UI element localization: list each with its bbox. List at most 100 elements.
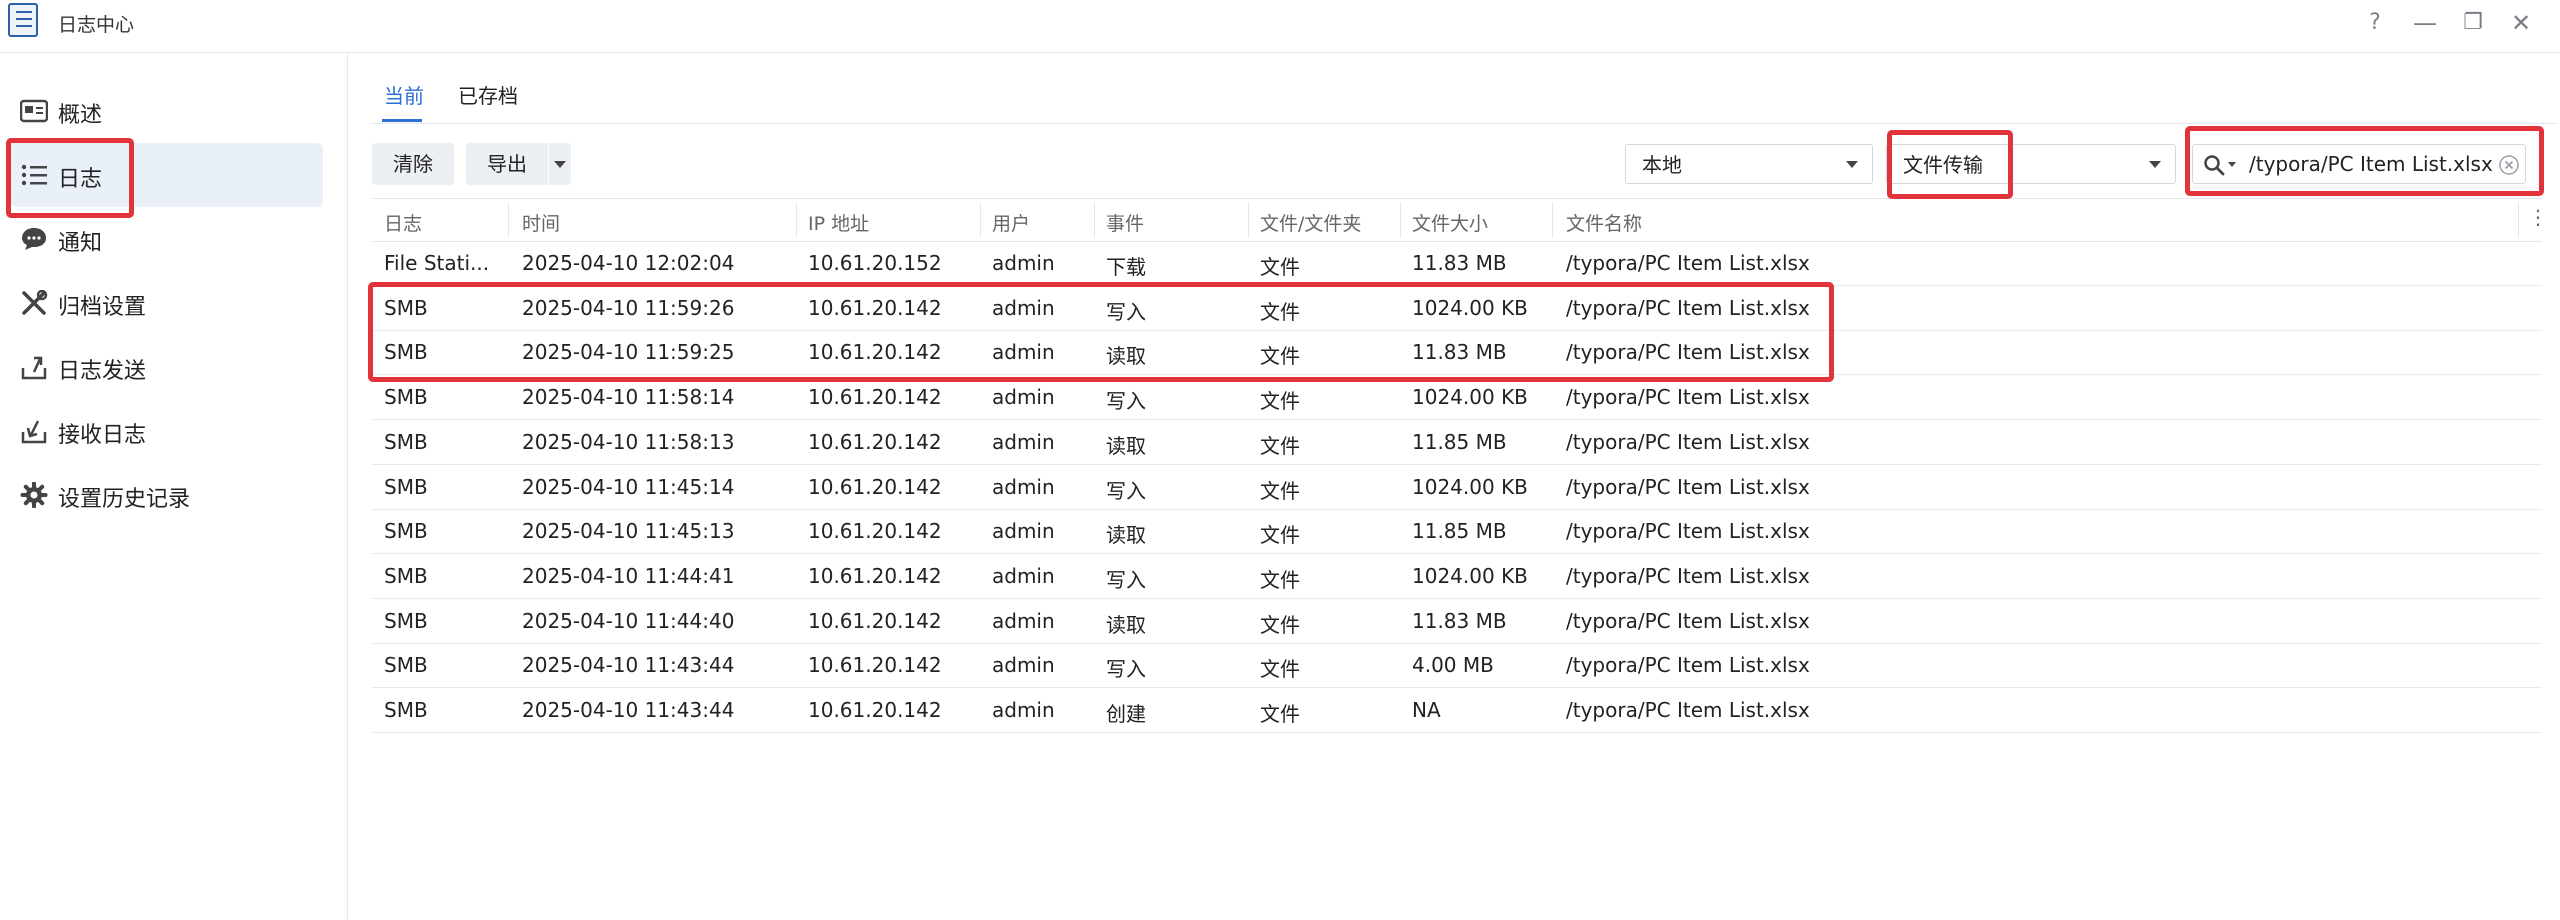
cell-ip-address: 10.61.20.142 xyxy=(808,429,942,454)
cell-time: 2025-04-10 11:43:44 xyxy=(522,698,735,722)
table-row[interactable]: SMB 2025-04-10 11:44:40 10.61.20.142 admin 读… xyxy=(372,599,2542,644)
table-row[interactable]: File Stati... 2025-04-10 12:02:04 10.61.20… xyxy=(372,241,2542,286)
cell-user: admin xyxy=(992,653,1055,678)
cell-file-name: /typora/PC Item List.xlsx xyxy=(1566,340,1810,365)
cell-log-source: File Stati... xyxy=(384,251,490,275)
log-type-select-value: 文件传输 xyxy=(1903,153,1983,177)
sidebar-item-notification[interactable]: 通知 xyxy=(10,207,323,271)
table-row[interactable]: SMB 2025-04-10 11:58:13 10.61.20.142 admin 读… xyxy=(372,420,2542,465)
sidebar-item-label: 日志发送 xyxy=(58,359,147,384)
sidebar-item-overview[interactable]: 概述 xyxy=(10,79,323,143)
cell-user: admin xyxy=(992,385,1055,410)
title-bar: 日志中心 ? — ❐ ✕ xyxy=(0,0,2560,53)
table-row[interactable]: SMB 2025-04-10 11:45:14 10.61.20.142 admin 写… xyxy=(372,465,2542,510)
cell-event: 读取 xyxy=(1106,612,1146,637)
cell-time: 2025-04-10 11:43:44 xyxy=(522,653,735,678)
cell-file-type: 文件 xyxy=(1260,567,1300,592)
column-header-file-size[interactable]: 文件大小 xyxy=(1412,209,1488,236)
cell-ip-address: 10.61.20.142 xyxy=(808,385,942,410)
cell-file-name: /typora/PC Item List.xlsx xyxy=(1566,653,1810,678)
cell-ip-address: 10.61.20.142 xyxy=(808,698,942,722)
export-dropdown-button[interactable] xyxy=(549,143,571,185)
cell-event: 写入 xyxy=(1106,478,1146,503)
cell-event: 读取 xyxy=(1106,523,1146,548)
sidebar-item-log[interactable]: 日志 xyxy=(10,143,323,207)
chevron-down-icon xyxy=(554,161,566,168)
cell-file-type: 文件 xyxy=(1260,702,1300,726)
sidebar: 概述 日志 通知 归档设置 日志发送 接收日志 设置历史记录 xyxy=(0,53,348,920)
column-header-log[interactable]: 日志 xyxy=(384,209,422,236)
minimize-icon[interactable]: — xyxy=(2410,8,2440,38)
cell-time: 2025-04-10 11:44:40 xyxy=(522,608,735,633)
cell-file-size: 1024.00 KB xyxy=(1412,295,1528,320)
cell-file-type: 文件 xyxy=(1260,433,1300,458)
active-tab-indicator xyxy=(382,119,422,122)
table-row[interactable]: SMB 2025-04-10 11:43:44 10.61.20.142 admin 写… xyxy=(372,643,2542,689)
cell-file-name: /typora/PC Item List.xlsx xyxy=(1566,519,1810,544)
gear-icon xyxy=(20,482,48,508)
column-header-file-name[interactable]: 文件名称 xyxy=(1566,209,1642,236)
cell-event: 下载 xyxy=(1106,255,1146,279)
tab-current[interactable]: 当前 xyxy=(384,80,424,109)
cell-user: admin xyxy=(992,251,1055,275)
cell-time: 2025-04-10 11:44:41 xyxy=(522,563,735,588)
source-select[interactable]: 本地 xyxy=(1625,144,1873,184)
column-header-event[interactable]: 事件 xyxy=(1106,209,1144,236)
sidebar-item-label: 概述 xyxy=(58,103,103,128)
upload-icon xyxy=(21,356,47,380)
column-header-time[interactable]: 时间 xyxy=(522,209,560,236)
table-row[interactable]: SMB 2025-04-10 11:43:44 10.61.20.142 admin 创… xyxy=(372,688,2542,733)
column-header-user[interactable]: 用户 xyxy=(992,209,1030,236)
table-row[interactable]: SMB 2025-04-10 11:44:41 10.61.20.142 admin 写… xyxy=(372,554,2542,599)
cell-user: admin xyxy=(992,563,1055,588)
cell-time: 2025-04-10 11:58:14 xyxy=(522,385,735,410)
cell-ip-address: 10.61.20.142 xyxy=(808,474,942,499)
search-input-value: /typora/PC Item List.xlsx xyxy=(2249,152,2493,176)
list-icon xyxy=(21,164,47,186)
cell-event: 创建 xyxy=(1106,702,1146,726)
cell-file-type: 文件 xyxy=(1260,523,1300,548)
column-header-file-folder[interactable]: 文件/文件夹 xyxy=(1260,209,1361,236)
search-input[interactable]: /typora/PC Item List.xlsx xyxy=(2192,144,2526,184)
restore-icon[interactable]: ❐ xyxy=(2458,8,2488,38)
table-row[interactable]: SMB 2025-04-10 11:59:25 10.61.20.142 admin 读… xyxy=(372,330,2542,376)
tab-bar: 当前 已存档 xyxy=(372,53,2557,124)
cell-file-size: 11.85 MB xyxy=(1412,429,1507,454)
column-options-icon[interactable]: ⋮ xyxy=(2528,205,2548,229)
clear-search-icon[interactable] xyxy=(2499,155,2519,175)
sidebar-item-label: 接收日志 xyxy=(58,423,147,448)
chevron-down-icon xyxy=(2149,161,2161,168)
column-header-ip-address[interactable]: IP 地址 xyxy=(808,209,869,236)
cell-user: admin xyxy=(992,295,1055,320)
cell-file-type: 文件 xyxy=(1260,478,1300,503)
log-type-select[interactable]: 文件传输 xyxy=(1886,144,2176,184)
close-icon[interactable]: ✕ xyxy=(2506,8,2536,38)
table-row[interactable]: SMB 2025-04-10 11:59:26 10.61.20.142 admin 写… xyxy=(372,286,2542,331)
sidebar-item-label: 日志 xyxy=(58,167,103,192)
cell-file-name: /typora/PC Item List.xlsx xyxy=(1566,698,1810,722)
cell-event: 读取 xyxy=(1106,433,1146,458)
cell-file-size: NA xyxy=(1412,698,1441,722)
cell-log-source: SMB xyxy=(384,429,428,454)
cell-file-type: 文件 xyxy=(1260,299,1300,324)
help-icon[interactable]: ? xyxy=(2360,8,2390,38)
cell-file-type: 文件 xyxy=(1260,389,1300,414)
clear-button[interactable]: 清除 xyxy=(372,143,454,185)
cell-log-source: SMB xyxy=(384,608,428,633)
table-row[interactable]: SMB 2025-04-10 11:45:13 10.61.20.142 admin 读… xyxy=(372,509,2542,555)
cell-ip-address: 10.61.20.142 xyxy=(808,519,942,544)
cell-user: admin xyxy=(992,429,1055,454)
sidebar-item-archive-settings[interactable]: 归档设置 xyxy=(10,271,323,335)
cell-file-type: 文件 xyxy=(1260,612,1300,637)
sidebar-item-label: 设置历史记录 xyxy=(58,487,191,512)
sidebar-item-log-sending[interactable]: 日志发送 xyxy=(10,335,323,399)
chevron-down-icon[interactable] xyxy=(2228,162,2236,167)
cell-user: admin xyxy=(992,474,1055,499)
cell-time: 2025-04-10 11:45:13 xyxy=(522,519,735,544)
table-row[interactable]: SMB 2025-04-10 11:58:14 10.61.20.142 admin 写… xyxy=(372,375,2542,421)
sidebar-item-receive-log[interactable]: 接收日志 xyxy=(10,399,323,463)
cell-time: 2025-04-10 11:45:14 xyxy=(522,474,735,499)
tab-archived[interactable]: 已存档 xyxy=(458,80,518,109)
sidebar-item-settings-history[interactable]: 设置历史记录 xyxy=(10,463,323,527)
export-button[interactable]: 导出 xyxy=(466,143,548,185)
